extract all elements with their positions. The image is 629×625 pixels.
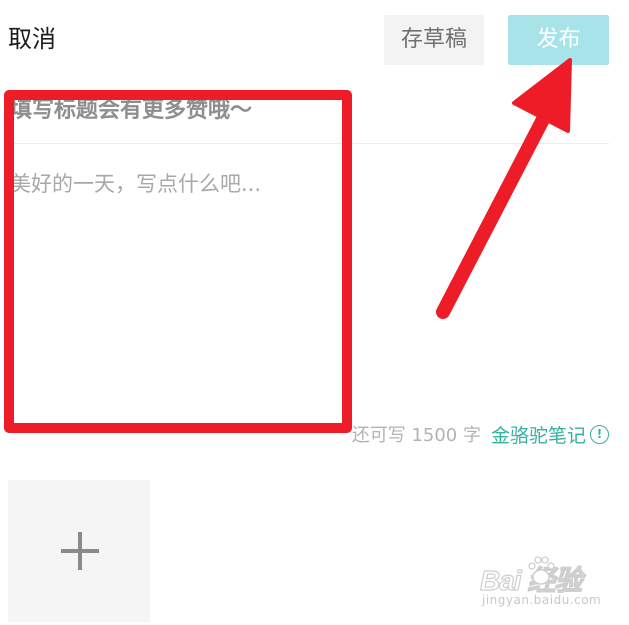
paw-icon (528, 556, 555, 585)
char-remaining-text: 还可写 1500 字 (351, 425, 481, 446)
watermark-brand: Bai 经验 (479, 564, 583, 596)
info-icon[interactable]: ! (590, 424, 609, 444)
title-divider (10, 143, 609, 144)
body-textarea[interactable] (10, 168, 609, 398)
note-editor-screen: 取消 存草稿 发布 还可写 1500 字 金骆驼笔记 ! Bai 经验 jing… (0, 0, 629, 625)
golden-camel-notes-link[interactable]: 金骆驼笔记 (491, 421, 586, 448)
cancel-button[interactable]: 取消 (8, 20, 56, 58)
save-draft-button[interactable]: 存草稿 (384, 15, 484, 65)
title-input[interactable] (10, 88, 609, 132)
plus-icon (61, 532, 99, 570)
add-image-button[interactable] (8, 480, 150, 622)
publish-button[interactable]: 发布 (508, 15, 609, 65)
counter-row: 还可写 1500 字 金骆驼笔记 ! (352, 420, 609, 448)
baidu-jingyan-watermark: Bai 经验 jingyan.baidu.com (479, 555, 620, 615)
watermark-site: jingyan.baidu.com (482, 593, 602, 607)
